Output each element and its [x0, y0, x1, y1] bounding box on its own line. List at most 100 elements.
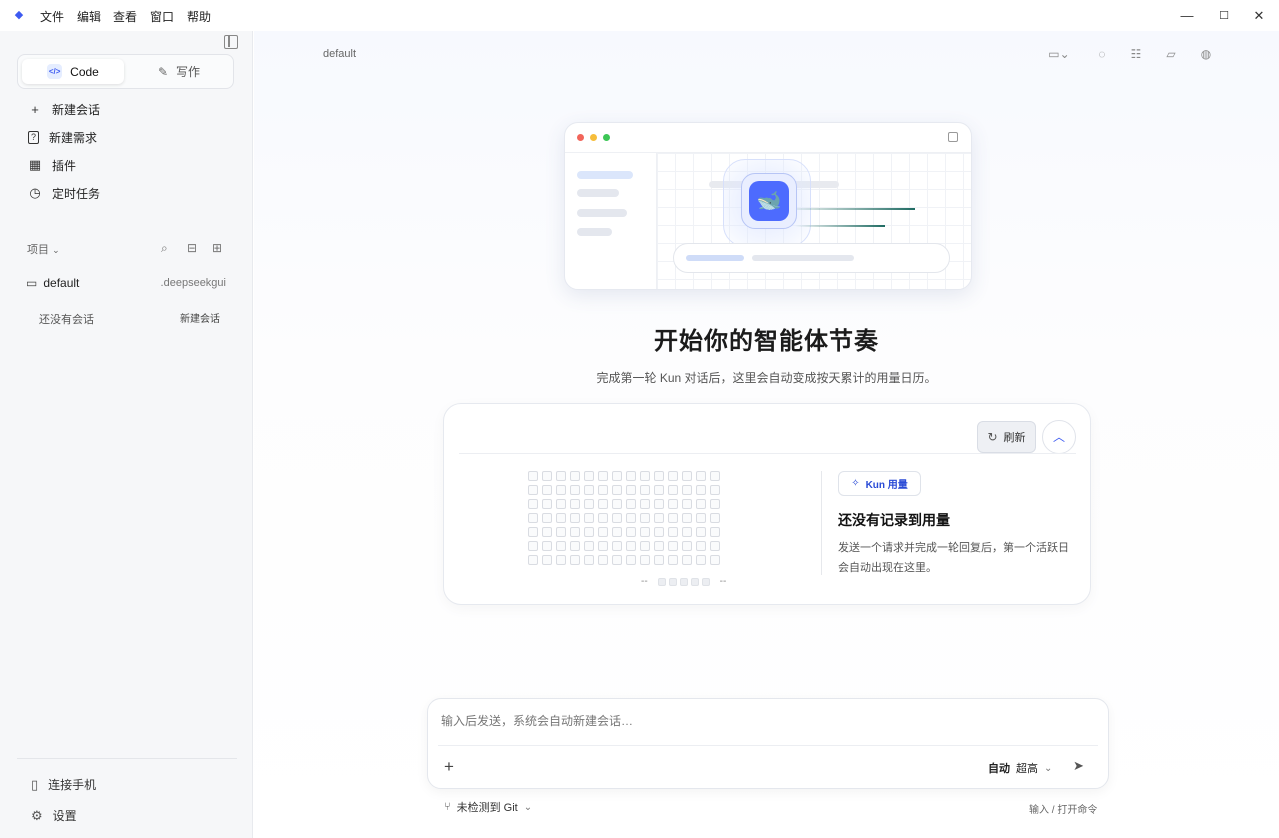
nav-label: 新建会话: [52, 102, 101, 117]
nav-label: 插件: [52, 158, 77, 173]
sidebar-toggle-icon[interactable]: [224, 35, 238, 49]
legend-cell: [668, 577, 677, 586]
chevron-down-icon: ⌄: [52, 245, 60, 255]
add-folder-icon[interactable]: ⊞: [212, 241, 222, 255]
title-bar: ◆ 文件 编辑 查看 窗口 帮助 — ☐ ✕: [0, 0, 1279, 31]
heatmap-cell: [696, 527, 706, 537]
file-edit-icon[interactable]: ▱: [1163, 46, 1179, 62]
heatmap-cell: [696, 485, 706, 495]
maximize-button[interactable]: ☐: [1214, 6, 1234, 26]
branch-icon: ⑂: [444, 801, 451, 813]
menu-view[interactable]: 查看: [113, 8, 137, 25]
heatmap-cell: [570, 485, 580, 495]
heatmap-cell: [570, 499, 580, 509]
refresh-button[interactable]: ↻ 刷新: [977, 421, 1036, 453]
main-panel: default ▭⌄ ◌ ☷ ▱ ◍ 🐋 开始你的智能体节奏 完成第一轮 Kun…: [254, 31, 1279, 838]
refresh-label: 刷新: [1003, 432, 1026, 444]
tab-writing-label: 写作: [176, 65, 201, 79]
close-button[interactable]: ✕: [1249, 6, 1269, 26]
globe-icon[interactable]: ◍: [1198, 46, 1214, 62]
gear-icon: ⚙: [31, 807, 43, 823]
heatmap-cell: [626, 541, 636, 551]
heatmap-cell: [598, 527, 608, 537]
heatmap-cell: [528, 499, 538, 509]
heatmap-cell: [584, 513, 594, 523]
heatmap-cell: [640, 485, 650, 495]
menu-help[interactable]: 帮助: [187, 8, 211, 25]
settings-label: 设置: [52, 809, 77, 823]
model-effort-select[interactable]: 自动 超高 ⌄: [988, 760, 1052, 776]
menu-window[interactable]: 窗口: [150, 8, 174, 25]
nav-label: 新建需求: [49, 130, 98, 145]
composer: + 自动 超高 ⌄ ➤: [427, 698, 1109, 789]
chat-icon[interactable]: ◌: [1094, 46, 1110, 62]
phone-icon: ▯: [31, 776, 39, 792]
heatmap-cell: [542, 499, 552, 509]
heatmap-cell: [570, 471, 580, 481]
heatmap-cell: [710, 513, 720, 523]
green-dot-icon: [603, 134, 610, 141]
heatmap-legend: -- --: [641, 576, 726, 587]
tab-code-label: Code: [70, 64, 99, 79]
heatmap-cell: [556, 485, 566, 495]
nav-new-session[interactable]: + 新建会话: [28, 99, 100, 119]
heatmap-cell: [682, 499, 692, 509]
heatmap-cell: [640, 555, 650, 565]
heatmap-cell: [612, 499, 622, 509]
placeholder-bar: [686, 255, 744, 261]
heatmap-cell: [654, 471, 664, 481]
heatmap-cell: [654, 555, 664, 565]
folder-dropdown-icon[interactable]: ▭⌄: [1046, 46, 1072, 62]
heatmap-cell: [542, 485, 552, 495]
mode-switch: </> Code ✎ 写作: [17, 54, 234, 89]
heatmap-cell: [556, 541, 566, 551]
placeholder-bar: [577, 171, 633, 179]
heatmap-cell: [710, 499, 720, 509]
tab-writing[interactable]: ✎ 写作: [128, 59, 230, 84]
heatmap-cell: [598, 513, 608, 523]
heatmap-cell: [668, 499, 678, 509]
legend-cell: [657, 577, 666, 586]
heatmap-cell: [682, 541, 692, 551]
placeholder-bar: [752, 255, 854, 261]
chevron-down-icon: ⌄: [523, 801, 533, 813]
heatmap-cell: [584, 555, 594, 565]
attach-plus-icon[interactable]: +: [444, 757, 454, 777]
nav-scheduled-tasks[interactable]: ◷ 定时任务: [28, 183, 100, 203]
menu-file[interactable]: 文件: [40, 8, 64, 25]
heatmap-cell: [556, 499, 566, 509]
projects-dropdown[interactable]: 项目 ⌄: [27, 241, 60, 257]
settings-button[interactable]: ⚙ 设置: [31, 807, 77, 824]
heatmap-cell: [570, 555, 580, 565]
nav-label: 定时任务: [52, 186, 101, 201]
heatmap-cell: [682, 513, 692, 523]
new-session-link[interactable]: 新建会话: [180, 310, 220, 325]
heatmap-cell: [528, 485, 538, 495]
message-input[interactable]: [441, 714, 1081, 728]
heatmap-cell: [528, 527, 538, 537]
project-item[interactable]: ▭ default .deepseekgui: [26, 276, 226, 290]
heatmap-cell: [668, 527, 678, 537]
minimize-button[interactable]: —: [1177, 6, 1197, 26]
chevron-up-icon[interactable]: ︿: [1042, 420, 1076, 454]
empty-sessions-text: 还没有会话: [39, 314, 94, 326]
chevron-down-icon: ⌄: [1044, 762, 1053, 774]
search-icon[interactable]: ⌕: [161, 241, 168, 256]
git-status[interactable]: ⑂ 未检测到 Git ⌄: [444, 799, 532, 815]
menu-edit[interactable]: 编辑: [77, 8, 101, 25]
heatmap-cell: [710, 555, 720, 565]
archive-icon[interactable]: ⊟: [187, 241, 197, 255]
heatmap-cell: [710, 541, 720, 551]
heatmap-cell: [598, 485, 608, 495]
legend-cell: [679, 577, 688, 586]
checklist-icon[interactable]: ☷: [1128, 46, 1144, 62]
nav-new-requirement[interactable]: ? 新建需求: [28, 127, 97, 147]
send-icon[interactable]: ➤: [1073, 758, 1084, 774]
nav-plugins[interactable]: ▦ 插件: [28, 155, 76, 175]
heatmap-cell: [528, 555, 538, 565]
heatmap-cell: [542, 471, 552, 481]
connect-phone-button[interactable]: ▯ 连接手机: [31, 776, 96, 793]
tab-code[interactable]: </> Code: [22, 59, 124, 84]
plus-icon: +: [31, 101, 39, 117]
heatmap-cell: [710, 485, 720, 495]
